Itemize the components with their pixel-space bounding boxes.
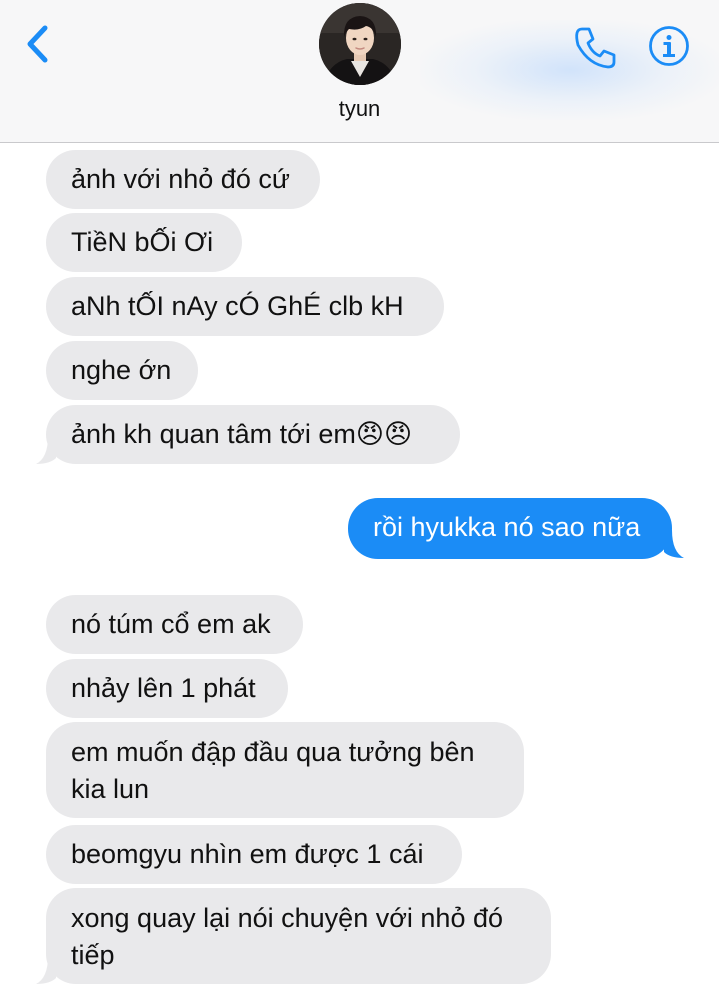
message-bubble-received[interactable]: nhảy lên 1 phát: [46, 659, 288, 718]
bubble-tail: [36, 956, 56, 984]
info-icon: [649, 26, 689, 66]
message-bubble-received[interactable]: ảnh với nhỏ đó cứ: [46, 150, 320, 209]
contact-avatar[interactable]: [319, 3, 401, 85]
message-bubble-received[interactable]: beomgyu nhìn em được 1 cái: [46, 825, 462, 884]
contact-name[interactable]: tyun: [0, 96, 719, 122]
header-divider: [0, 142, 719, 143]
message-bubble-received[interactable]: TiềN bỐi Ơi: [46, 213, 242, 272]
messages-screen: tyun ảnh với nhỏ đó cứ TiềN bỐi Ơi aNh t…: [0, 0, 719, 1004]
message-bubble-received[interactable]: nghe ớn: [46, 341, 198, 400]
back-button[interactable]: [18, 22, 58, 68]
message-bubble-received[interactable]: em muốn đập đầu qua tưởng bên kia lun: [46, 722, 524, 818]
message-bubble-received[interactable]: nó túm cổ em ak: [46, 595, 303, 654]
avatar-photo: [319, 3, 401, 85]
conversation-header: tyun: [0, 0, 719, 142]
message-bubble-sent[interactable]: rồi hyukka nó sao nữa: [348, 498, 672, 559]
bubble-tail: [664, 530, 684, 558]
phone-icon: [575, 27, 616, 69]
message-bubble-received[interactable]: ảnh kh quan tâm tới em😠😠: [46, 405, 460, 464]
bubble-tail: [36, 436, 56, 464]
message-bubble-received[interactable]: xong quay lại nói chuyện với nhỏ đó tiếp: [46, 888, 551, 984]
chevron-left-icon: [27, 25, 48, 63]
message-bubble-received[interactable]: aNh tỐI nAy cÓ GhÉ clb kH: [46, 277, 444, 336]
call-button[interactable]: [572, 24, 618, 70]
info-button[interactable]: [648, 25, 690, 67]
